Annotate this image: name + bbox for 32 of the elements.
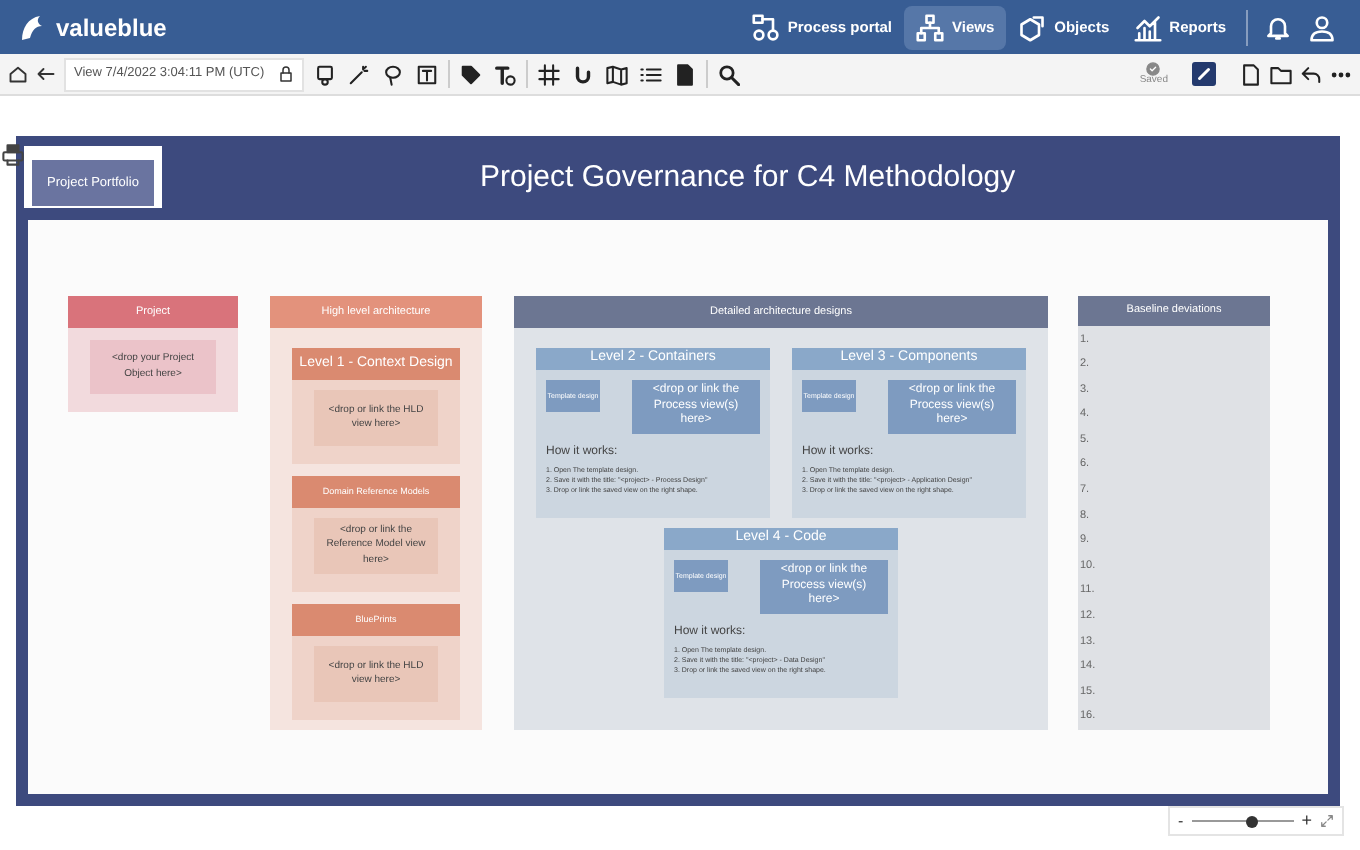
check-circle-icon <box>1146 62 1161 76</box>
text-frame-icon[interactable] <box>416 63 438 85</box>
zoom-thumb[interactable] <box>1246 815 1259 827</box>
folder-icon[interactable] <box>1270 63 1292 85</box>
hierarchy-icon <box>916 13 944 41</box>
home-icon[interactable] <box>8 64 28 84</box>
search-icon[interactable] <box>718 63 740 85</box>
list-icon[interactable] <box>640 63 662 85</box>
new-page-icon[interactable] <box>1240 63 1262 85</box>
wand-icon[interactable] <box>348 63 370 85</box>
lasso-icon[interactable] <box>382 63 404 85</box>
undo-icon[interactable] <box>1300 63 1322 85</box>
flowchart-icon <box>751 13 780 41</box>
magnet-icon[interactable] <box>572 63 594 85</box>
map-icon[interactable] <box>606 63 628 85</box>
text-color-icon[interactable] <box>494 63 516 85</box>
user-icon[interactable] <box>1308 13 1336 41</box>
diagram-title: Project Governance for C4 Methodology <box>480 158 1016 198</box>
document-icon[interactable] <box>674 63 696 85</box>
bar-chart-icon <box>1133 13 1162 41</box>
pencil-icon[interactable] <box>1192 62 1216 86</box>
shape-icon[interactable] <box>314 63 336 85</box>
grid-icon[interactable] <box>538 63 560 85</box>
tag-icon[interactable] <box>460 63 482 85</box>
printer-icon[interactable] <box>2 144 24 166</box>
lock-icon <box>278 66 294 82</box>
back-arrow-icon[interactable] <box>36 64 56 84</box>
expand-icon[interactable] <box>1320 814 1334 828</box>
bell-icon[interactable] <box>1264 13 1292 41</box>
zoom-out-button[interactable]: - <box>1178 813 1184 829</box>
brand-name: valueblue <box>56 11 167 45</box>
zoom-in-button[interactable]: + <box>1301 812 1312 830</box>
